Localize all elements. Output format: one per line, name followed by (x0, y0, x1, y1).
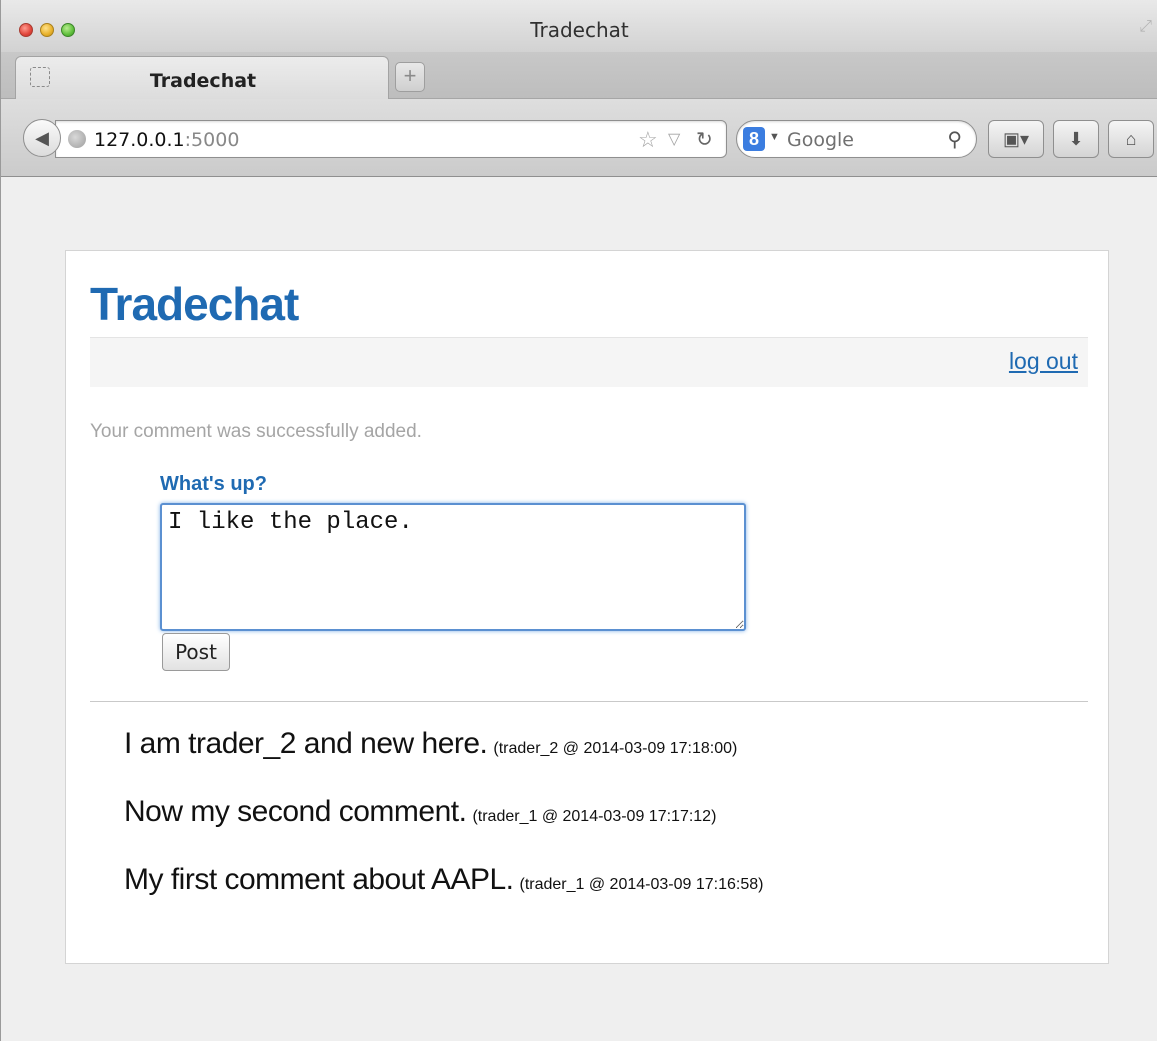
reload-icon[interactable]: ↻ (696, 127, 713, 152)
engine-dropdown-icon[interactable]: ▼ (769, 131, 780, 143)
comment-meta: (trader_1 @ 2014-03-09 17:17:12) (472, 808, 717, 825)
url-host: 127.0.0.1 (94, 129, 185, 151)
google-icon[interactable]: 8 (743, 127, 765, 151)
url-text[interactable]: 127.0.0.1:5000 (94, 129, 239, 151)
bookmarks-icon[interactable]: ▣▾ (988, 120, 1044, 158)
tab-label: Tradechat (149, 70, 257, 92)
page-container: Tradechat log out Your comment was succe… (65, 250, 1109, 964)
page-viewport: Tradechat log out Your comment was succe… (1, 178, 1157, 1041)
list-item: My first comment about AAPL. (trader_1 @ … (124, 863, 763, 931)
nav-bar: log out (90, 337, 1088, 387)
back-icon[interactable]: ◀ (23, 119, 61, 157)
globe-icon (68, 130, 86, 148)
list-item: Now my second comment. (trader_1 @ 2014-0… (124, 795, 763, 863)
search-bar[interactable]: 8 ▼ Google ⚲ (736, 120, 977, 158)
window-title: Tradechat (530, 18, 629, 42)
star-icon[interactable]: ☆ (638, 127, 658, 153)
address-bar[interactable]: 127.0.0.1:5000 ☆ ▽ ↻ (55, 120, 727, 158)
url-port: :5000 (184, 129, 240, 151)
logout-link[interactable]: log out (1009, 348, 1078, 375)
reader-icon[interactable]: ▽ (668, 129, 680, 149)
list-item: I am trader_2 and new here. (trader_2 @ 2… (124, 727, 763, 795)
comment-meta: (trader_2 @ 2014-03-09 17:18:00) (493, 740, 738, 757)
title-bar: Tradechat ⤢ (1, 0, 1157, 52)
post-button[interactable]: Post (162, 633, 230, 671)
comment-text: My first comment about AAPL. (124, 863, 514, 896)
comment-text: I am trader_2 and new here. (124, 727, 488, 760)
comment-meta: (trader_1 @ 2014-03-09 17:16:58) (519, 876, 764, 893)
browser-window: Tradechat ⤢ Tradechat + 127.0.0.1:5000 ☆… (0, 0, 1157, 1041)
divider (90, 701, 1088, 702)
tab-tradechat[interactable]: Tradechat (15, 56, 389, 100)
page-title: Tradechat (90, 278, 299, 330)
comment-label: What's up? (160, 473, 267, 495)
search-icon[interactable]: ⚲ (947, 127, 962, 152)
search-placeholder: Google (787, 129, 855, 151)
comment-textarea[interactable]: I like the place. (160, 503, 746, 631)
new-tab-icon[interactable]: + (395, 62, 425, 92)
navigation-toolbar: 127.0.0.1:5000 ☆ ▽ ↻ ◀ 8 ▼ Google ⚲ ▣▾ ⬇… (1, 99, 1157, 177)
resize-icon[interactable]: ⤢ (1139, 18, 1152, 36)
download-icon[interactable]: ⬇ (1053, 120, 1099, 158)
flash-message: Your comment was successfully added. (90, 421, 422, 442)
comment-text: Now my second comment. (124, 795, 467, 828)
home-icon[interactable]: ⌂ (1108, 120, 1154, 158)
tab-strip: Tradechat + (1, 52, 1157, 100)
comment-list: I am trader_2 and new here. (trader_2 @ 2… (124, 727, 763, 931)
